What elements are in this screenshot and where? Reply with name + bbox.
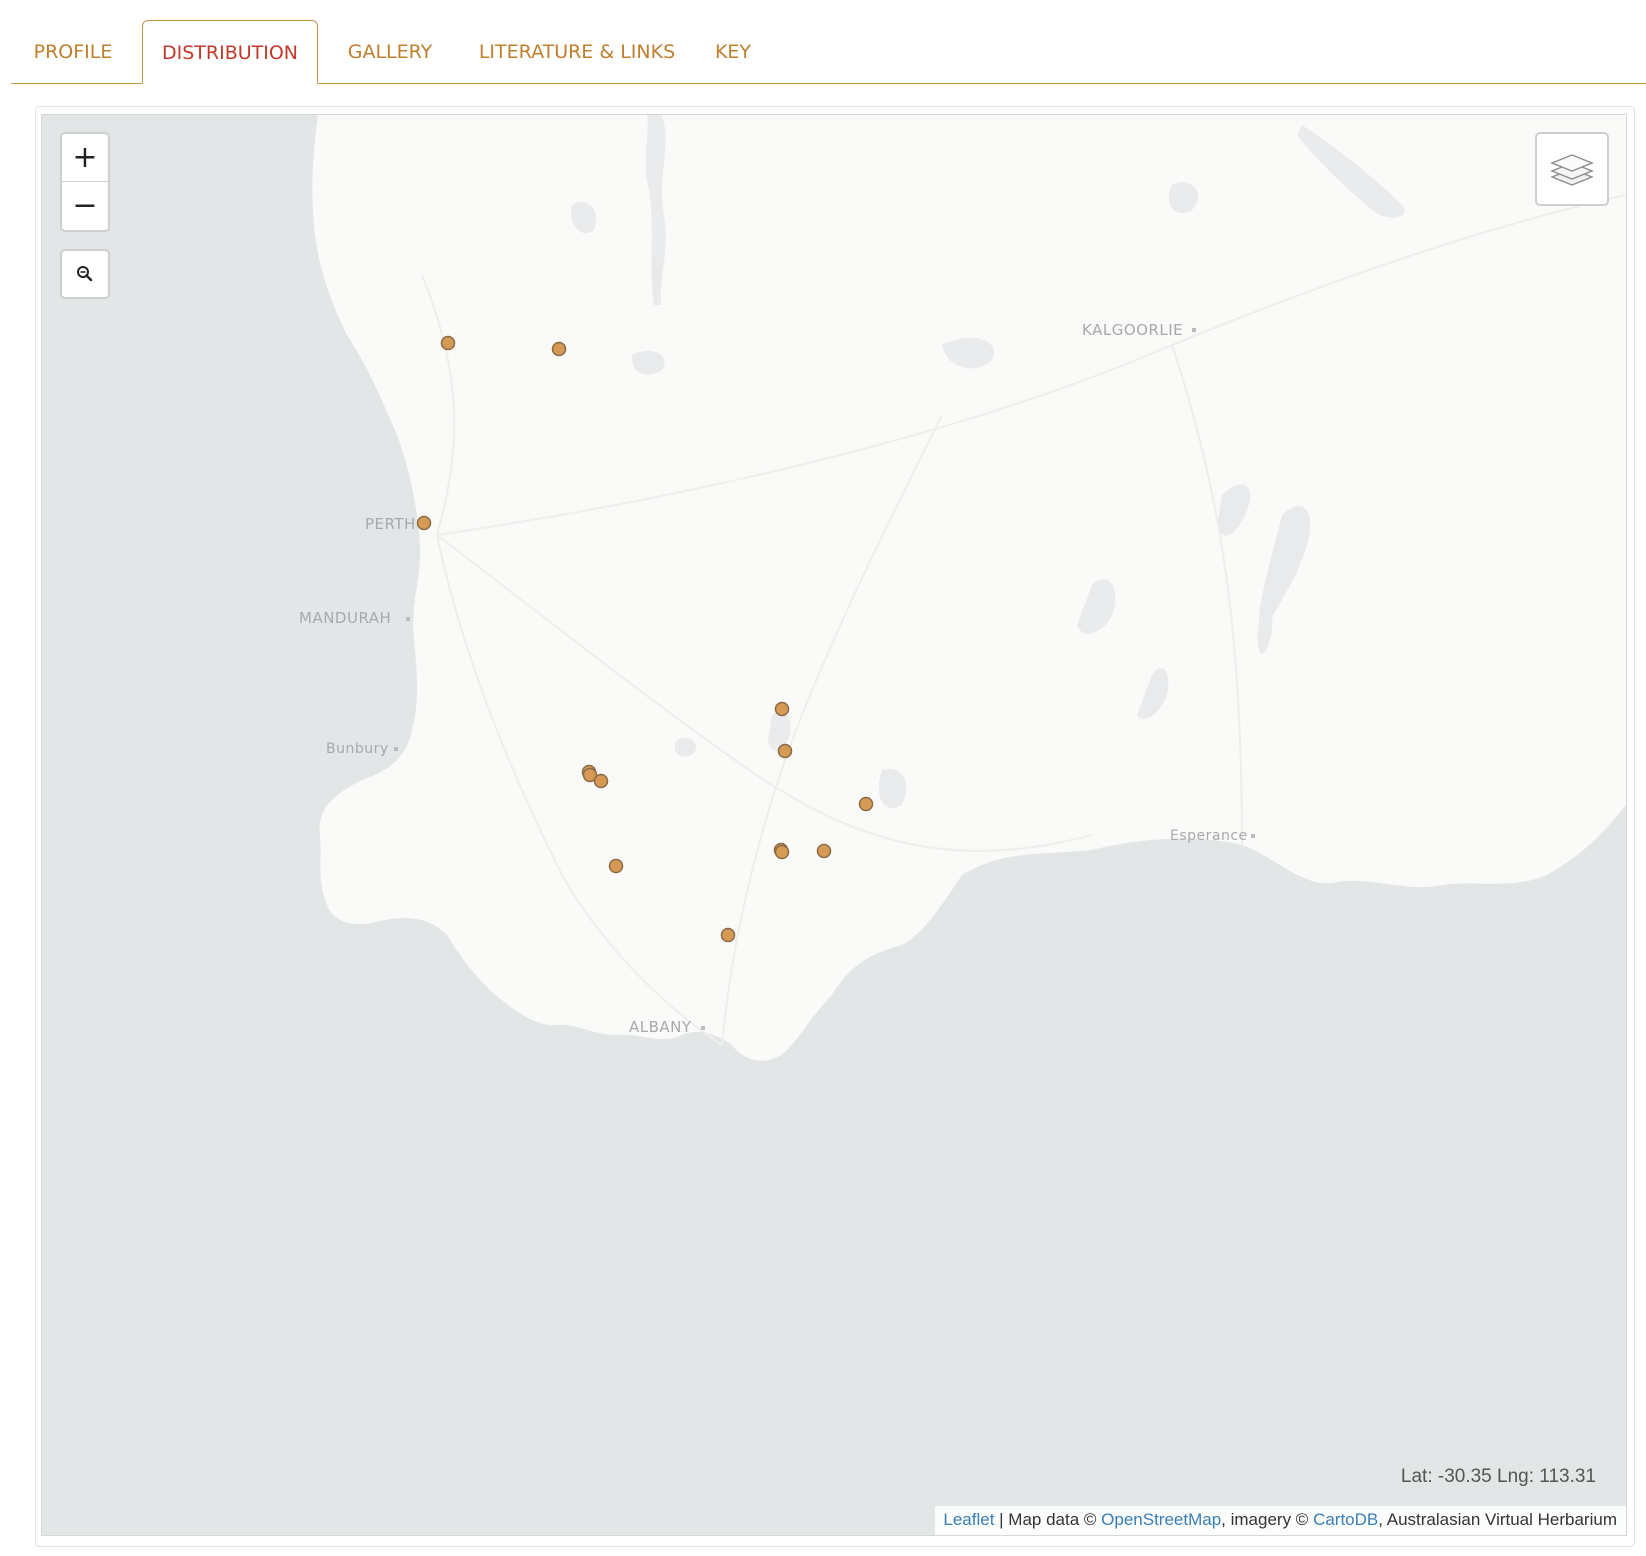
leaflet-link[interactable]: Leaflet [943,1510,994,1529]
city-label-albany: ALBANY [629,1018,692,1036]
zoom-in-button[interactable]: + [62,134,108,182]
occurrence-marker[interactable] [777,743,793,759]
layers-icon [1550,154,1594,186]
occurrence-marker[interactable] [593,773,609,789]
cursor-coordinates: Lat: -30.35 Lng: 113.31 [1400,1466,1596,1487]
occurrence-marker[interactable] [774,844,790,860]
openstreetmap-link[interactable]: OpenStreetMap [1101,1510,1221,1529]
city-label-bunbury: Bunbury [326,741,389,757]
layers-control-button[interactable] [1535,132,1609,206]
tab-bar: PROFILE DISTRIBUTION GALLERY LITERATURE … [11,20,1646,84]
tab-key[interactable]: KEY [703,20,763,82]
occurrence-marker[interactable] [858,796,874,812]
tab-profile[interactable]: PROFILE [11,20,135,82]
occurrence-marker[interactable] [440,335,456,351]
occurrence-marker[interactable] [551,341,567,357]
attribution-text-3: , Australasian Virtual Herbarium [1378,1510,1617,1529]
occurrence-marker[interactable] [416,515,432,531]
occurrence-marker[interactable] [816,843,832,859]
attribution-text-2: , imagery © [1221,1510,1314,1529]
occurrence-marker[interactable] [608,858,624,874]
city-label-perth: PERTH [365,515,416,533]
map-tiles[interactable]: KALGOORLIE PERTH MANDURAH Bunbury Espera… [42,115,1626,1535]
occurrence-marker[interactable] [774,701,790,717]
tab-gallery[interactable]: GALLERY [329,20,451,82]
city-label-kalgoorlie: KALGOORLIE [1082,321,1183,339]
city-label-mandurah: MANDURAH [299,609,391,627]
attribution-text-1: | Map data © [994,1510,1102,1529]
distribution-map[interactable]: KALGOORLIE PERTH MANDURAH Bunbury Espera… [41,114,1627,1536]
city-label-esperance: Esperance [1170,828,1248,844]
cartodb-link[interactable]: CartoDB [1313,1510,1378,1529]
tab-distribution[interactable]: DISTRIBUTION [142,20,318,84]
magnifier-icon [77,266,93,282]
map-attribution: Leaflet | Map data © OpenStreetMap, imag… [935,1506,1626,1535]
zoom-out-button[interactable]: − [62,182,108,229]
occurrence-marker[interactable] [720,927,736,943]
zoom-extent-button[interactable] [60,249,110,299]
zoom-control: + − [60,132,110,232]
tab-literature-links[interactable]: LITERATURE & LINKS [467,20,687,82]
